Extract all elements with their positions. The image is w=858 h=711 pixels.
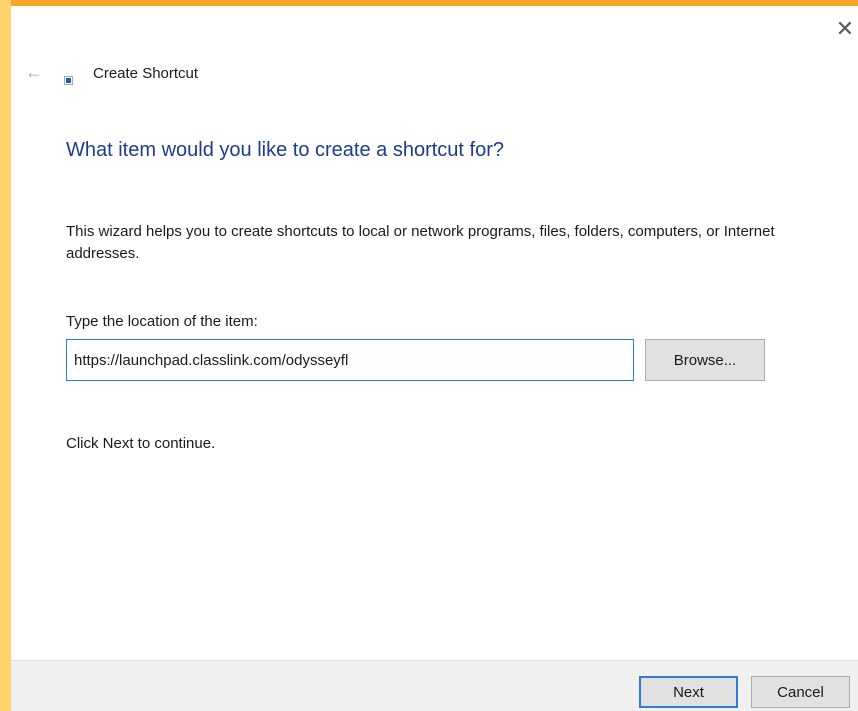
wizard-description: This wizard helps you to create shortcut… bbox=[66, 223, 775, 262]
location-input[interactable] bbox=[66, 339, 634, 381]
close-icon[interactable]: ✕ bbox=[832, 16, 858, 42]
continue-instruction: Click Next to continue. bbox=[66, 435, 216, 452]
location-label: Type the location of the item: bbox=[66, 313, 258, 330]
back-arrow-icon[interactable]: ← bbox=[23, 62, 45, 82]
browse-button[interactable]: Browse... bbox=[645, 339, 765, 381]
desktop-background-left bbox=[0, 0, 11, 711]
next-button[interactable]: Next bbox=[639, 676, 738, 708]
shortcut-icon bbox=[64, 76, 73, 85]
wizard-title: Create Shortcut bbox=[93, 65, 199, 82]
page-heading: What item would you like to create a sho… bbox=[66, 139, 504, 161]
create-shortcut-dialog: ✕ ← Create Shortcut What item would you … bbox=[11, 6, 858, 711]
dialog-footer: Next Cancel bbox=[11, 660, 858, 711]
cancel-button[interactable]: Cancel bbox=[751, 676, 850, 708]
